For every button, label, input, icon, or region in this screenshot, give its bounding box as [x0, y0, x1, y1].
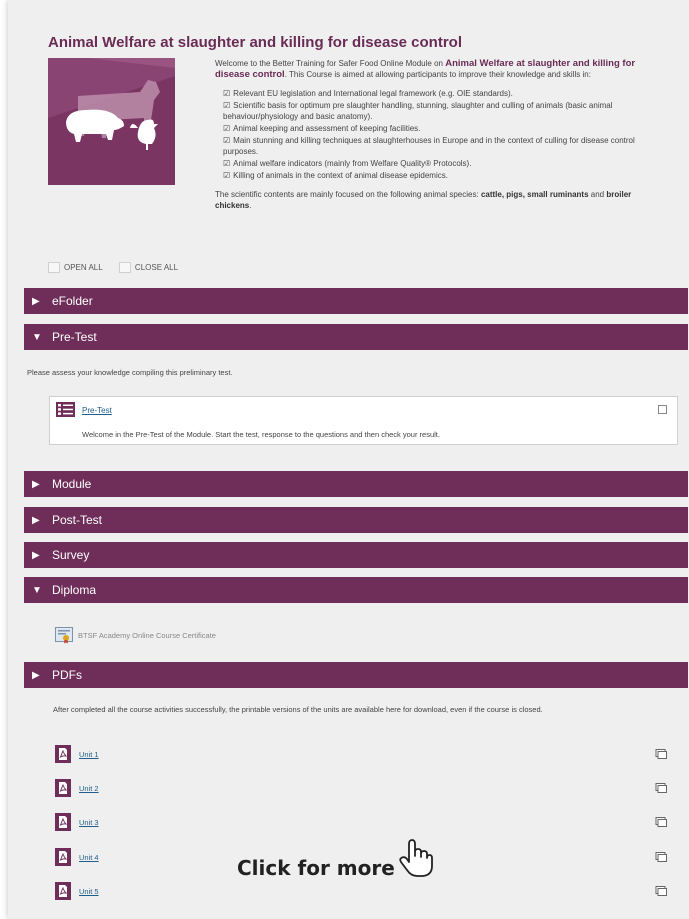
close-all-button[interactable]: CLOSE ALL	[118, 262, 179, 273]
unit-link[interactable]: Unit 4	[79, 853, 99, 862]
course-hero-image	[48, 58, 175, 185]
section-posttest[interactable]: ▶ Post-Test	[24, 507, 688, 533]
expand-arrow-icon: ▶	[32, 514, 40, 526]
section-efolder[interactable]: ▶ eFolder	[24, 288, 688, 314]
open-all-button[interactable]: OPEN ALL	[48, 262, 103, 273]
species-end: .	[249, 201, 252, 210]
open-all-label: OPEN ALL	[64, 263, 103, 272]
list-item: Unit 5	[55, 882, 667, 902]
download-status-icon[interactable]	[655, 852, 667, 862]
certificate-link[interactable]: BTSF Academy Online Course Certificate	[55, 626, 216, 644]
section-label: Survey	[52, 548, 90, 562]
species-text: The scientific contents are mainly focus…	[215, 190, 479, 199]
species-list-1: cattle, pigs, small ruminants	[480, 190, 589, 199]
section-module[interactable]: ▶ Module	[24, 471, 688, 497]
close-all-icon	[118, 262, 131, 273]
checkbox-icon: ☑	[223, 89, 231, 98]
pdf-icon	[55, 813, 71, 831]
list-item: Unit 2	[55, 779, 667, 799]
download-status-icon[interactable]	[655, 783, 667, 793]
topic-item: ☑ Animal keeping and assessment of keepin…	[223, 123, 645, 134]
unit-link[interactable]: Unit 5	[79, 887, 99, 896]
topic-list: ☑ Relevant EU legislation and Internation…	[223, 88, 645, 181]
checkbox-icon: ☑	[223, 171, 231, 180]
course-intro: Welcome to the Better Training for Safer…	[215, 58, 645, 211]
topic-text: Main stunning and killing techniques at …	[223, 136, 635, 156]
topic-item: ☑ Main stunning and killing techniques at…	[223, 135, 645, 157]
checkbox-icon: ☑	[223, 101, 231, 110]
intro-paragraph: Welcome to the Better Training for Safer…	[215, 58, 645, 80]
species-paragraph: The scientific contents are mainly focus…	[215, 189, 645, 211]
section-label: Diploma	[52, 583, 97, 597]
collapse-arrow-icon: ▼	[32, 331, 42, 343]
farm-animals-illustration	[48, 58, 175, 150]
topic-text: Animal welfare indicators (mainly from W…	[233, 159, 472, 168]
pointer-hand-icon	[399, 839, 433, 877]
section-survey[interactable]: ▶ Survey	[24, 542, 688, 568]
checkbox-icon: ☑	[223, 136, 231, 145]
click-for-more-label: Click for more	[237, 856, 395, 880]
topic-text: Relevant EU legislation and Internationa…	[233, 89, 513, 98]
pdfs-hint: After completed all the course activitie…	[53, 705, 543, 714]
section-label: eFolder	[52, 294, 93, 308]
topic-item: ☑ Animal welfare indicators (mainly from …	[223, 158, 645, 169]
section-label: PDFs	[52, 668, 82, 682]
topic-text: Scientific basis for optimum pre slaught…	[223, 101, 613, 121]
topic-item: ☑ Scientific basis for optimum pre slaugh…	[223, 100, 645, 122]
list-item: Unit 3	[55, 813, 667, 833]
download-status-icon[interactable]	[655, 817, 667, 827]
section-label: Pre-Test	[52, 330, 97, 344]
download-status-icon[interactable]	[655, 886, 667, 896]
close-all-label: CLOSE ALL	[134, 263, 179, 272]
section-pdfs[interactable]: ▶ PDFs	[24, 662, 688, 688]
certificate-icon	[55, 627, 73, 644]
certificate-label: BTSF Academy Online Course Certificate	[78, 630, 216, 640]
expand-toggles: OPEN ALL CLOSE ALL	[48, 262, 192, 275]
unit-link[interactable]: Unit 2	[79, 784, 99, 793]
section-label: Post-Test	[52, 513, 103, 527]
pdf-icon	[55, 848, 71, 866]
open-all-icon	[48, 262, 60, 273]
pretest-hint: Please assess your knowledge compiling t…	[27, 368, 233, 377]
intro-text-suffix: . This Course is aimed at allowing parti…	[284, 70, 591, 79]
pdf-icon	[55, 745, 71, 763]
intro-text: Welcome to the Better Training for Safer…	[215, 59, 443, 68]
download-status-icon[interactable]	[655, 749, 667, 759]
quiz-icon	[56, 402, 75, 417]
checkbox-icon: ☑	[223, 159, 231, 168]
section-label: Module	[52, 477, 92, 491]
completion-checkbox[interactable]	[658, 405, 667, 414]
section-pretest[interactable]: ▼ Pre-Test	[24, 324, 688, 350]
expand-arrow-icon: ▶	[32, 669, 40, 681]
topic-item: ☑ Killing of animals in the context of an…	[223, 170, 645, 181]
checkbox-icon: ☑	[223, 124, 231, 133]
species-and: and	[590, 190, 605, 199]
topic-item: ☑ Relevant EU legislation and Internation…	[223, 88, 645, 99]
topic-text: Animal keeping and assessment of keeping…	[233, 124, 421, 133]
pretest-description: Welcome in the Pre-Test of the Module. S…	[82, 430, 440, 439]
list-item: Unit 1	[55, 745, 667, 765]
pdf-icon	[55, 882, 71, 900]
course-title: Animal Welfare at slaughter and killing …	[48, 34, 462, 51]
unit-link[interactable]: Unit 1	[79, 750, 99, 759]
collapse-arrow-icon: ▼	[32, 584, 42, 596]
click-for-more-overlay[interactable]: Click for more	[237, 838, 435, 880]
pdf-icon	[55, 779, 71, 797]
section-diploma[interactable]: ▼ Diploma	[24, 577, 688, 603]
topic-text: Killing of animals in the context of ani…	[233, 171, 448, 180]
course-page: Animal Welfare at slaughter and killing …	[8, 0, 689, 919]
expand-arrow-icon: ▶	[32, 478, 40, 490]
unit-link[interactable]: Unit 3	[79, 818, 99, 827]
pretest-link[interactable]: Pre-Test	[82, 406, 112, 415]
expand-arrow-icon: ▶	[32, 549, 40, 561]
expand-arrow-icon: ▶	[32, 295, 40, 307]
pretest-activity: Pre-Test Welcome in the Pre-Test of the …	[49, 396, 678, 445]
